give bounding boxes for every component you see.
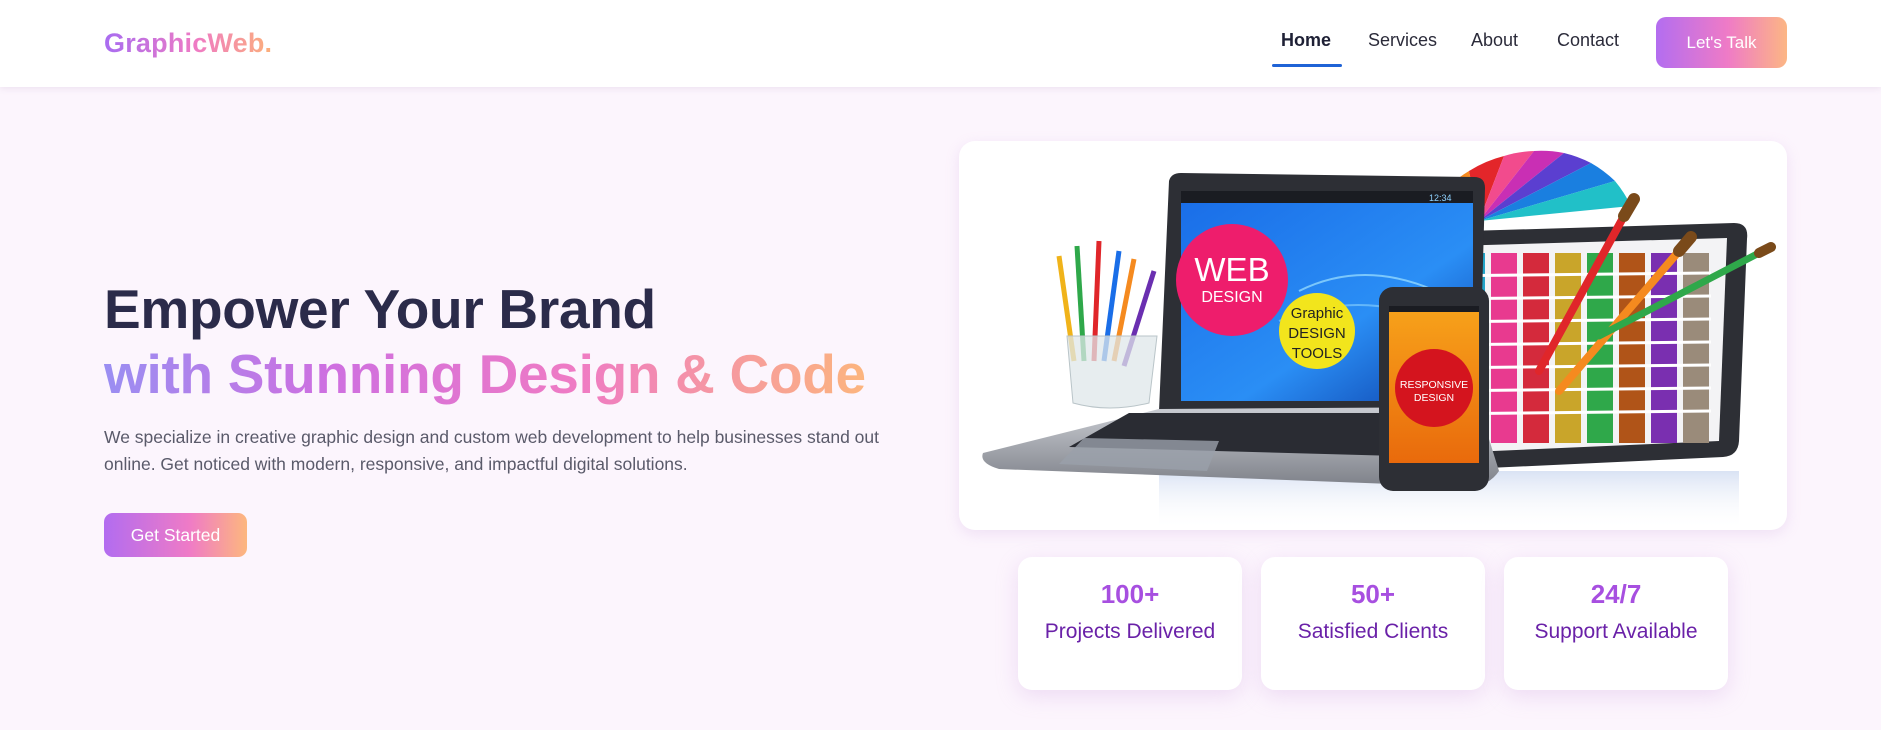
stat-label: Support Available: [1534, 620, 1698, 643]
web-design-line1: WEB: [1194, 251, 1269, 288]
tools-line2: DESIGN: [1288, 325, 1346, 342]
tools-line1: Graphic: [1291, 305, 1344, 322]
get-started-button[interactable]: Get Started: [104, 513, 247, 557]
stat-card-support: 24/7 Support Available: [1504, 557, 1728, 690]
hero-title-line2: with Stunning Design & Code: [104, 343, 866, 405]
site-header: GraphicWeb. Home Services About Contact …: [0, 0, 1881, 87]
hero-description: We specialize in creative graphic design…: [104, 427, 879, 474]
nav-contact[interactable]: Contact: [1557, 30, 1619, 51]
nav-active-indicator: [1272, 64, 1342, 67]
stat-label: Satisfied Clients: [1297, 620, 1449, 643]
phone-icon: RESPONSIVE DESIGN: [1379, 287, 1489, 491]
responsive-line1: RESPONSIVE: [1400, 379, 1468, 391]
responsive-line2: DESIGN: [1414, 392, 1454, 404]
stat-value: 50+: [1350, 579, 1396, 609]
stat-card-clients: 50+ Satisfied Clients: [1261, 557, 1485, 690]
stat-card-projects: 100+ Projects Delivered: [1018, 557, 1242, 690]
screen-time-label: 12:34: [1429, 193, 1452, 203]
nav-services[interactable]: Services: [1368, 30, 1437, 51]
devices-illustration: 12:34 WEB DESIGN Graphic DESIGN TOOLS RE…: [982, 150, 1776, 530]
hero-title-line1: Empower Your Brand: [104, 278, 656, 340]
brand-logo[interactable]: GraphicWeb.: [104, 28, 272, 59]
nav-home[interactable]: Home: [1281, 30, 1331, 51]
stat-value: 24/7: [1590, 579, 1642, 609]
hero-image: 12:34 WEB DESIGN Graphic DESIGN TOOLS RE…: [959, 141, 1787, 530]
web-design-line2: DESIGN: [1201, 289, 1262, 306]
stat-label: Projects Delivered: [1044, 620, 1216, 643]
lets-talk-button[interactable]: Let's Talk: [1656, 17, 1787, 68]
nav-about[interactable]: About: [1471, 30, 1518, 51]
tools-line3: TOOLS: [1292, 345, 1343, 362]
pencil-cup-icon: [1056, 240, 1158, 409]
stat-value: 100+: [1100, 579, 1160, 609]
